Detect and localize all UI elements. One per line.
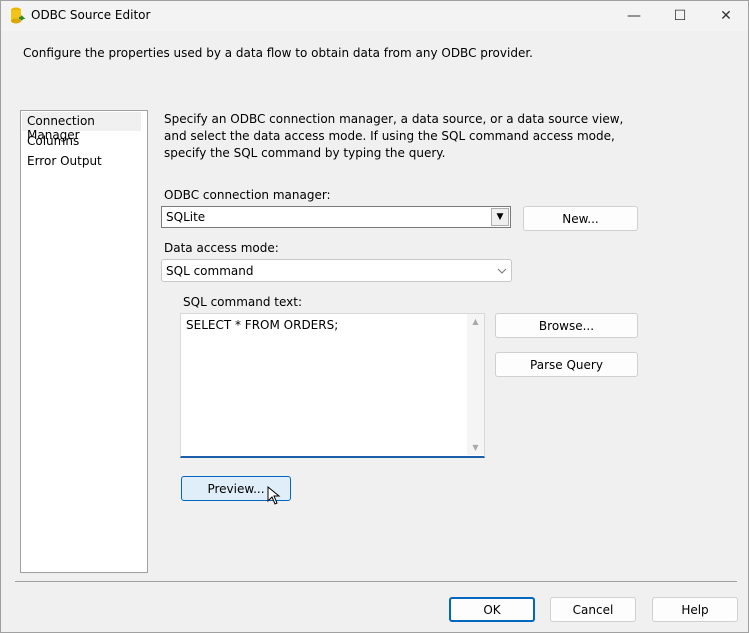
mode-label: Data access mode: [164,241,279,255]
dialog-description: Configure the properties used by a data … [23,46,533,60]
instructions-text: Specify an ODBC connection manager, a da… [164,112,624,160]
nav-item-connection-manager[interactable]: Connection Manager [22,112,141,142]
help-button[interactable]: Help [652,597,738,622]
chevron-down-icon [497,268,507,274]
scroll-up-icon[interactable]: ▲ [467,317,484,326]
title-bar: ODBC Source Editor — ☐ ✕ [1,1,748,31]
dropdown-arrow-icon[interactable]: ▼ [491,208,509,226]
maximize-button[interactable]: ☐ [657,1,703,31]
nav-item-error-output[interactable]: Error Output [27,154,102,168]
sql-value: SELECT * FROM ORDERS; [186,318,339,332]
parse-query-button[interactable]: Parse Query [495,352,638,377]
cancel-button[interactable]: Cancel [550,597,636,622]
access-mode-select[interactable]: SQL command [161,259,512,282]
conn-value: SQLite [166,210,206,224]
page-nav: Connection Manager Columns Error Output [20,110,148,573]
cursor-icon [267,486,281,505]
window-title: ODBC Source Editor [31,8,151,22]
sql-command-textarea[interactable]: SELECT * FROM ORDERS; ▲ ▼ [180,313,485,458]
sql-label: SQL command text: [183,295,302,309]
minimize-button[interactable]: — [611,1,657,31]
conn-label: ODBC connection manager: [164,188,331,202]
database-icon [11,7,26,24]
dialog-window: ODBC Source Editor — ☐ ✕ Configure the p… [0,0,749,633]
scrollbar[interactable]: ▲ ▼ [467,314,484,455]
ok-button[interactable]: OK [449,597,535,622]
divider [15,581,737,582]
connection-manager-select[interactable]: SQLite ▼ [161,206,511,228]
mode-value: SQL command [166,263,254,278]
nav-item-columns[interactable]: Columns [27,134,79,148]
scroll-down-icon[interactable]: ▼ [467,443,484,452]
new-button[interactable]: New... [523,206,638,231]
browse-button[interactable]: Browse... [495,313,638,338]
close-button[interactable]: ✕ [703,1,749,31]
